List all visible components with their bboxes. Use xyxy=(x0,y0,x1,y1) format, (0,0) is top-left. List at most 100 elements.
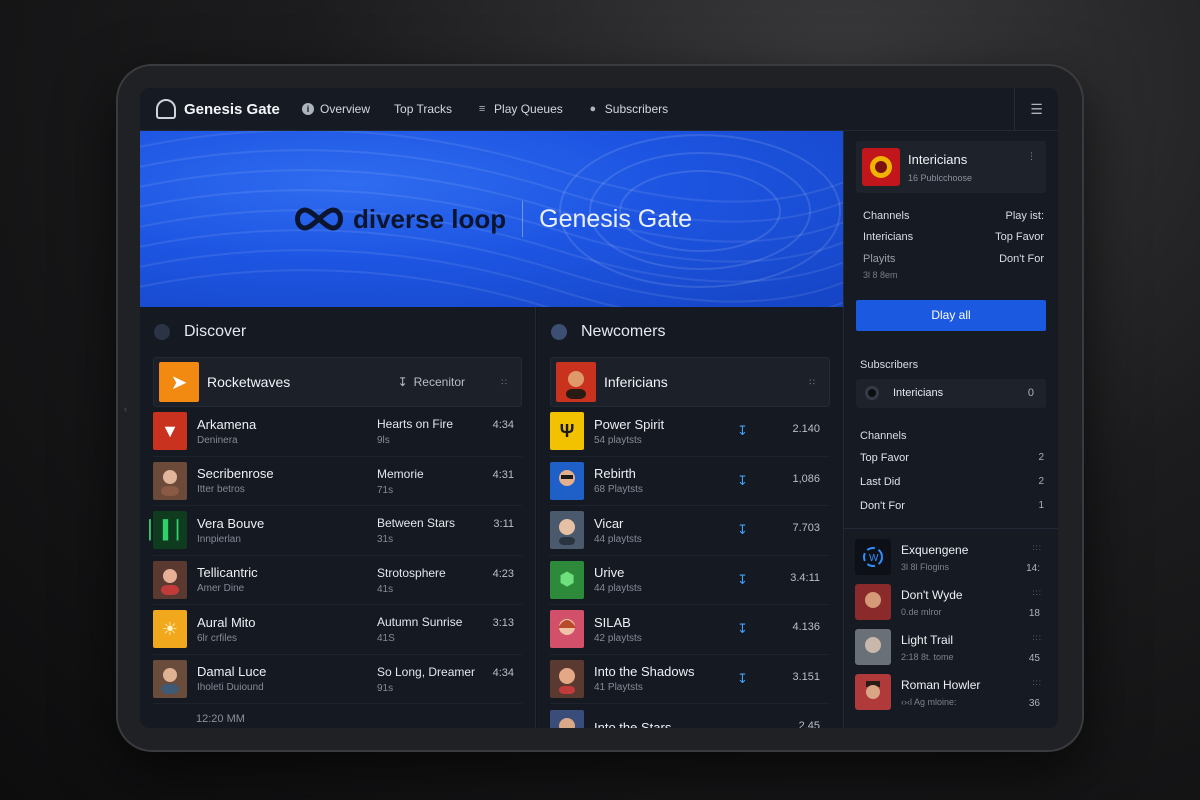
avatar: W xyxy=(855,539,891,575)
more-vertical-icon[interactable]: ⋮ xyxy=(1027,151,1036,162)
list-item[interactable]: Rebirth 68 Playtsts ↧ 1,086 xyxy=(550,457,830,506)
detail-row: Channels Play ist: xyxy=(863,209,1044,222)
profile-card[interactable]: Intericians 16 Publcchoose ⋮ xyxy=(856,141,1046,193)
nav-top-tracks-label: Top Tracks xyxy=(394,102,453,116)
recenitor-button[interactable]: ↧ Recenitor xyxy=(398,375,465,389)
list-item[interactable]: Tellicantric Amer Dine Strotosphere 41s 4:… xyxy=(153,556,522,605)
list-item[interactable]: Don't Wyde 0.de mlror ::: 18 xyxy=(855,580,1046,625)
detail-row: Intericians Top Favor xyxy=(863,231,1044,244)
featured-rocketwaves[interactable]: ➤ Rocketwaves ↧ Recenitor ∷ xyxy=(153,357,522,407)
list-item[interactable]: ▼ Arkamena Deninera Hearts on Fire 9ls 4:3… xyxy=(153,407,522,457)
avatar xyxy=(153,560,187,599)
channels-title: Channels xyxy=(860,429,907,442)
subscriber-chip[interactable]: Intericians 0 xyxy=(856,378,1046,408)
list-item[interactable]: W Exquengene 3l 8l Flogins ::: 14: xyxy=(855,535,1046,580)
avatar xyxy=(550,461,584,500)
more-icon[interactable]: ::: xyxy=(1032,543,1042,552)
list-item[interactable]: Damal Luce Iholeti Duiound So Long, Dream… xyxy=(153,655,522,704)
arrow-down-icon: ▼ xyxy=(153,412,187,451)
more-icon[interactable]: ∷ xyxy=(809,377,815,388)
nav-top-tracks[interactable]: Top Tracks xyxy=(394,102,452,116)
avatar xyxy=(153,659,187,698)
avatar xyxy=(550,610,584,649)
user-icon: ● xyxy=(589,103,597,115)
info-icon: i xyxy=(302,103,314,115)
trident-icon: Ψ xyxy=(550,412,584,451)
list-item[interactable]: Light Trail 2:18 8t. tome ::: 45 xyxy=(855,625,1046,670)
sun-icon: ☀ xyxy=(153,610,187,649)
diverse-loop-logo: diverse loop xyxy=(291,204,506,235)
list-item[interactable]: ⬢ Urive 44 playtsts ↧ 3.4:11 xyxy=(550,556,830,605)
top-navigation-bar: Genesis Gate i Overview Top Tracks ≡ Pla… xyxy=(140,88,1058,131)
download-icon[interactable]: ↧ xyxy=(737,621,748,637)
list-item[interactable]: Into the Shadows 41 Playtsts ↧ 3.151 xyxy=(550,655,830,704)
detail-note: 3l 8 8em xyxy=(863,269,898,280)
download-icon[interactable]: ↧ xyxy=(737,572,748,588)
infinity-icon xyxy=(295,207,343,231)
hero-divider xyxy=(522,201,524,237)
download-icon[interactable]: ↧ xyxy=(737,522,748,538)
list-item[interactable]: ☀ Aural Mito 6lr crfiles Autumn Sunrise 41… xyxy=(153,605,522,655)
profile-name: Intericians xyxy=(908,151,968,167)
filter-menu-icon[interactable]: ☰ xyxy=(1014,88,1058,131)
list-item[interactable]: Roman Howler ‹›‹l Ag mloine: ::: 36 xyxy=(855,670,1046,715)
more-icon[interactable]: ∷ xyxy=(501,377,507,388)
avatar xyxy=(550,659,584,698)
avatar xyxy=(855,674,891,710)
rocket-icon: ➤ xyxy=(159,362,199,402)
avatar xyxy=(153,461,187,500)
subscribers-title: Subscribers xyxy=(860,358,919,371)
newcomers-title: Newcomers xyxy=(581,323,666,340)
queue-icon: ≡ xyxy=(478,103,486,115)
list-item[interactable]: Into the Stars 2.45 xyxy=(550,704,830,728)
channel-item[interactable]: Don't For 1 xyxy=(860,494,1044,518)
list-item[interactable]: ▏▍▏ Vera Bouve Innpierlan Between Stars 31… xyxy=(149,506,522,556)
more-icon[interactable]: ::: xyxy=(1032,633,1042,642)
newcomers-icon xyxy=(551,324,567,340)
app-screen: Genesis Gate i Overview Top Tracks ≡ Pla… xyxy=(140,88,1058,728)
discover-title: Discover xyxy=(184,323,247,340)
equalizer-icon: ▏▍▏ xyxy=(149,511,191,550)
brand-name: Genesis Gate xyxy=(184,100,280,118)
more-icon[interactable]: ::: xyxy=(1032,588,1042,597)
featured-infericians[interactable]: Infericians ∷ xyxy=(550,357,830,407)
hero-title: Genesis Gate xyxy=(539,204,692,233)
channel-item[interactable]: Top Favor 2 xyxy=(860,446,1044,470)
nav-play-queues-label: Play Queues xyxy=(494,102,563,116)
list-item[interactable]: Secribenrose Itter betros Memorie 71s 4:31 xyxy=(153,457,522,506)
discover-icon xyxy=(154,324,170,340)
channel-item[interactable]: Last Did 2 xyxy=(860,470,1044,494)
tablet-edge-marker: ‹ xyxy=(124,404,127,414)
avatar xyxy=(556,362,596,402)
featured-name: Rocketwaves xyxy=(207,374,291,390)
cube-icon: ⬢ xyxy=(550,560,584,599)
subscriber-count: 0 xyxy=(1027,387,1034,399)
hero-banner: diverse loop Genesis Gate xyxy=(140,131,843,307)
profile-subtitle: 16 Publcchoose xyxy=(908,172,973,183)
timestamp: 12:20 MM xyxy=(196,713,245,725)
more-icon[interactable]: ::: xyxy=(1032,678,1042,687)
hero-logo-text: diverse loop xyxy=(352,203,507,234)
brand[interactable]: Genesis Gate xyxy=(156,99,302,119)
download-icon[interactable]: ↧ xyxy=(737,473,748,489)
list-item[interactable]: Ψ Power Spirit 54 playtsts ↧ 2.140 xyxy=(550,407,830,457)
nav-overview[interactable]: i Overview xyxy=(302,102,370,116)
nav-subscribers-label: Subscribers xyxy=(604,102,669,116)
brand-logo-icon xyxy=(156,99,176,119)
list-item[interactable]: Vicar 44 playtsts ↧ 7.703 xyxy=(550,506,830,556)
profile-avatar xyxy=(862,148,900,186)
download-icon[interactable]: ↧ xyxy=(737,671,748,687)
nav-subscribers[interactable]: ● Subscribers xyxy=(587,102,668,116)
detail-row: Playits Don't For xyxy=(863,252,1044,265)
download-icon: ↧ xyxy=(397,375,408,389)
download-icon[interactable]: ↧ xyxy=(737,423,748,439)
avatar xyxy=(855,584,891,620)
nav-overview-label: Overview xyxy=(320,102,371,116)
play-all-button[interactable]: Dlay all xyxy=(856,299,1046,331)
avatar xyxy=(855,629,891,665)
right-panel: Intericians 16 Publcchoose ⋮ Channels Pla… xyxy=(843,131,1058,728)
list-item[interactable]: SILAB 42 playtsts ↧ 4.136 xyxy=(550,605,830,655)
avatar xyxy=(550,511,584,550)
avatar xyxy=(550,709,584,728)
nav-play-queues[interactable]: ≡ Play Queues xyxy=(476,102,563,116)
